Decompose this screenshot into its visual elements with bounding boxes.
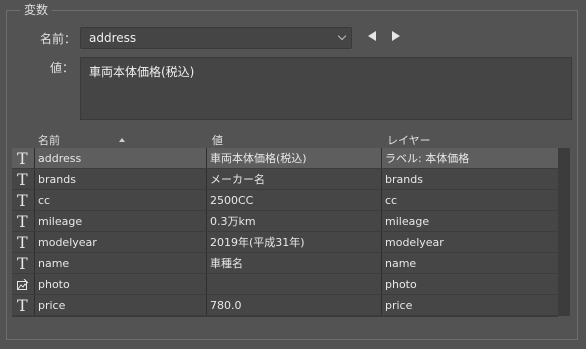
column-divider <box>381 232 382 253</box>
group-title: 変数 <box>20 2 53 18</box>
row-value-cell: メーカー名 <box>210 173 265 186</box>
header-value[interactable]: 値 <box>212 132 223 148</box>
variables-table: 名前 値 レイヤー Taddress 車両本体価格(税込) ラベル: 本体価格 Tbr… <box>12 130 570 316</box>
row-layer-cell: brands <box>385 173 423 186</box>
row-name-cell: mileage <box>38 215 83 228</box>
next-variable-button[interactable] <box>392 31 400 41</box>
text-icon: T <box>17 191 28 210</box>
image-icon <box>17 279 29 290</box>
row-type-cell: T <box>12 253 34 274</box>
row-name-cell: photo <box>38 278 70 291</box>
table-scrollbar[interactable] <box>558 148 570 316</box>
name-select[interactable]: address <box>80 27 352 49</box>
column-divider <box>206 295 207 316</box>
row-layer-cell: cc <box>385 194 398 207</box>
row-layer-cell: ラベル: 本体価格 <box>385 152 470 165</box>
header-name[interactable]: 名前 <box>38 132 60 148</box>
column-divider <box>34 274 35 295</box>
text-icon: T <box>17 170 28 189</box>
row-value-cell: 2019年(平成31年) <box>210 236 305 249</box>
sort-ascending-icon <box>119 138 125 142</box>
header-layer[interactable]: レイヤー <box>387 132 431 148</box>
column-divider <box>381 169 382 190</box>
column-divider <box>34 295 35 316</box>
text-icon: T <box>17 233 28 252</box>
table-row[interactable]: Tcc 2500CC cc <box>12 190 558 211</box>
row-layer-cell: price <box>385 299 413 312</box>
row-value-cell: 車両本体価格(税込) <box>210 152 307 165</box>
column-divider <box>34 253 35 274</box>
table-row[interactable]: Tprice 780.0 price <box>12 295 558 316</box>
value-text: 車両本体価格(税込) <box>89 65 195 79</box>
row-type-cell: T <box>12 232 34 253</box>
previous-variable-button[interactable] <box>368 31 376 41</box>
column-divider <box>381 253 382 274</box>
column-divider <box>34 148 35 169</box>
value-textarea[interactable]: 車両本体価格(税込) <box>80 57 572 120</box>
row-layer-cell: photo <box>385 278 417 291</box>
table-row[interactable]: Tmodelyear 2019年(平成31年) modelyear <box>12 232 558 253</box>
column-divider <box>34 232 35 253</box>
row-layer-cell: name <box>385 257 417 270</box>
name-select-value: address <box>89 31 137 45</box>
row-name-cell: cc <box>38 194 51 207</box>
text-icon: T <box>17 296 28 315</box>
column-divider <box>34 190 35 211</box>
row-name-cell: name <box>38 257 70 270</box>
table-row[interactable]: Tmileage 0.3万km mileage <box>12 211 558 232</box>
column-divider <box>206 274 207 295</box>
row-name-cell: brands <box>38 173 76 186</box>
row-layer-cell: mileage <box>385 215 430 228</box>
table-header: 名前 値 レイヤー <box>12 130 558 148</box>
text-icon: T <box>17 212 28 231</box>
row-layer-cell: modelyear <box>385 236 444 249</box>
column-divider <box>206 232 207 253</box>
column-divider <box>206 253 207 274</box>
column-divider <box>34 211 35 232</box>
name-label: 名前： <box>40 32 77 46</box>
table-row[interactable]: Tbrands メーカー名 brands <box>12 169 558 190</box>
row-name-cell: modelyear <box>38 236 97 249</box>
column-divider <box>381 295 382 316</box>
row-name-cell: price <box>38 299 66 312</box>
row-type-cell <box>12 274 34 295</box>
column-divider <box>206 169 207 190</box>
table-bottom-divider <box>12 316 558 317</box>
text-icon: T <box>17 149 28 168</box>
column-divider <box>206 211 207 232</box>
column-divider <box>381 190 382 211</box>
row-value-cell <box>206 274 381 295</box>
value-label: 値： <box>50 61 75 75</box>
column-divider <box>381 148 382 169</box>
column-divider <box>206 148 207 169</box>
column-divider <box>206 190 207 211</box>
row-type-cell: T <box>12 148 34 169</box>
table-row[interactable]: photo photo <box>12 274 558 295</box>
row-type-cell: T <box>12 295 34 316</box>
column-divider <box>381 274 382 295</box>
column-divider <box>34 169 35 190</box>
row-type-cell: T <box>12 169 34 190</box>
column-divider <box>381 211 382 232</box>
row-type-cell: T <box>12 211 34 232</box>
row-value-cell: 0.3万km <box>210 215 256 228</box>
row-name-cell: address <box>38 152 82 165</box>
row-value-cell: 780.0 <box>210 299 242 312</box>
row-value-cell: 2500CC <box>210 194 254 207</box>
row-type-cell: T <box>12 190 34 211</box>
text-icon: T <box>17 254 28 273</box>
table-row[interactable]: Tname 車種名 name <box>12 253 558 274</box>
chevron-down-icon <box>337 31 347 41</box>
row-value-cell: 車種名 <box>210 257 243 270</box>
table-row[interactable]: Taddress 車両本体価格(税込) ラベル: 本体価格 <box>12 148 558 169</box>
